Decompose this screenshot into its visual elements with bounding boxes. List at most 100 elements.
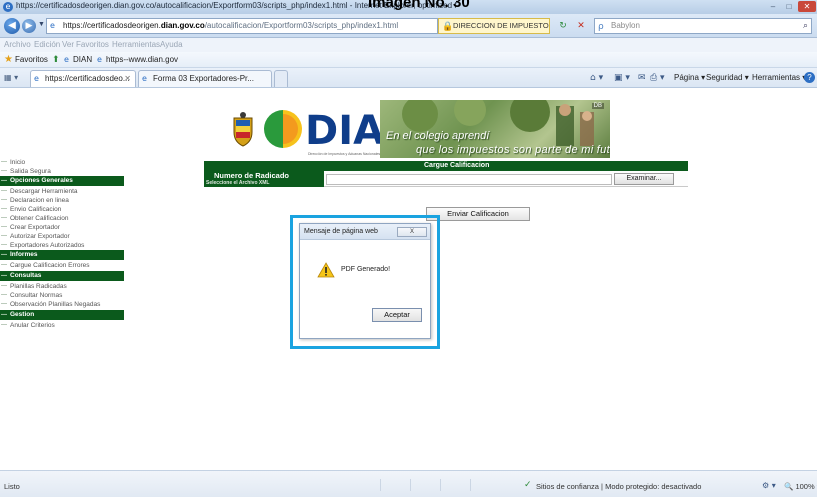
sidebar-section-informes: Informes (0, 250, 124, 260)
search-provider-icon: ρ (598, 22, 604, 32)
sidebar-item-salida-segura[interactable]: Salida Segura (0, 167, 124, 176)
xml-file-input[interactable] (326, 174, 612, 185)
sidebar-item-planillas-radicadas[interactable]: Planillas Radicadas (0, 282, 124, 291)
tab-bar: ▦ ▾ e https://certificadosdeo... ✕ e For… (0, 68, 817, 88)
menu-archivo[interactable]: Archivo (4, 38, 31, 52)
status-bar: Listo ✓ Sitios de confianza | Modo prote… (0, 470, 817, 497)
warning-icon (317, 262, 335, 278)
address-bar: ◀ ▶ ▼ e https://certificadosdeorigen.dia… (0, 14, 817, 38)
tab-page-icon: e (142, 74, 147, 83)
tab-label: Forma 03 Exportadores-Pr... (153, 74, 254, 83)
status-divider (470, 479, 498, 491)
favorites-star-icon[interactable]: ★ (4, 52, 13, 68)
enviar-calificacion-button[interactable]: Enviar Calificacion (426, 207, 530, 221)
message-dialog: Mensaje de página web X PDF Generado! Ac… (299, 223, 431, 339)
search-input[interactable]: ρ Babylon ⌕ (594, 18, 812, 34)
tools-menu[interactable]: Herramientas ▾ (752, 68, 806, 88)
dialog-ok-button[interactable]: Aceptar (372, 308, 422, 322)
sidebar-item-observacion-planillas-negadas[interactable]: Observación Planillas Negadas (0, 300, 124, 309)
security-certificate-badge[interactable]: 🔒 DIRECCION DE IMPUESTOS Y ADUA... (438, 18, 550, 34)
security-zone-status[interactable]: Sitios de confianza | Modo protegido: de… (536, 482, 701, 491)
zoom-level[interactable]: 🔍 100% ▾ (784, 482, 817, 491)
sidebar-section-gestion: Gestion (0, 310, 124, 320)
favorite-link-dian-gov[interactable]: https--www.dian.gov (106, 52, 178, 68)
checkmark-icon: ✓ (524, 480, 532, 490)
status-tools-icon[interactable]: ⚙ ▾ (762, 481, 776, 490)
feeds-icon[interactable]: ▣ ▾ (614, 68, 630, 88)
radicado-label: Numero de Radicado (214, 171, 290, 180)
print-icon[interactable]: ⎙ ▾ (650, 68, 665, 88)
sidebar-item-autorizar-exportador[interactable]: Autorizar Exportador (0, 232, 124, 241)
dialog-message: PDF Generado! (341, 266, 391, 273)
status-divider (410, 479, 438, 491)
new-tab-button[interactable] (274, 70, 288, 87)
security-menu[interactable]: Seguridad ▾ (706, 68, 749, 88)
mail-icon[interactable]: ✉ (638, 68, 646, 88)
menu-favoritos[interactable]: Favoritos (76, 38, 109, 52)
favorite-link-dian[interactable]: DIAN (73, 52, 92, 68)
banner-line-2: que los impuestos son parte de mi futuro (416, 144, 610, 156)
tab-forma-03[interactable]: e Forma 03 Exportadores-Pr... (138, 70, 272, 87)
dian-logo-mark (264, 110, 302, 148)
browse-button[interactable]: Examinar... (614, 173, 674, 185)
url-input[interactable]: e https://certificadosdeorigen.dian.gov.… (46, 18, 438, 34)
quick-tabs-icon[interactable]: ▦ ▾ (4, 72, 26, 84)
sidebar-item-crear-exportador[interactable]: Crear Exportador (0, 223, 124, 232)
forward-button[interactable]: ▶ (22, 19, 36, 33)
tab-page-icon: e (34, 74, 39, 83)
sidebar-item-exportadores-autorizados[interactable]: Exportadores Autorizados (0, 241, 124, 250)
dialog-close-button[interactable]: X (397, 227, 427, 237)
page-menu-label: Página (674, 73, 699, 82)
sidebar-item-declaracion-en-linea[interactable]: Declaracion en linea (0, 196, 124, 205)
sidebar-item-inicio[interactable]: Inicio (0, 158, 124, 167)
url-scheme: https://certificadosdeorigen. (63, 21, 161, 30)
file-upload-row: Examinar... (324, 171, 688, 187)
maximize-button[interactable]: □ (782, 1, 796, 12)
close-window-button[interactable]: ✕ (798, 1, 816, 12)
menu-herramientas[interactable]: Herramientas (112, 38, 160, 52)
form-label-cell: Numero de Radicado Seleccione el Archivo… (204, 171, 324, 187)
security-menu-label: Seguridad (706, 73, 743, 82)
menu-bar: Archivo Edición Ver Favoritos Herramient… (0, 38, 817, 52)
help-icon[interactable]: ? (804, 68, 815, 88)
add-favorite-icon[interactable]: ⬆ (52, 52, 60, 68)
dian-logo-subtitle: Dirección de Impuestos y Aduanas Naciona… (308, 152, 381, 156)
status-text: Listo (4, 482, 20, 491)
lock-icon: 🔒 (442, 22, 454, 32)
page-menu[interactable]: Página ▾ (674, 68, 705, 88)
sidebar-item-obtener-calificacion[interactable]: Obtener Calificacion (0, 214, 124, 223)
form-title: Cargue Calificacion (424, 162, 490, 169)
banner-badge: DB (591, 103, 604, 109)
select-file-label: Seleccione el Archivo XML (206, 180, 270, 186)
sidebar-item-descargar-herramienta[interactable]: Descargar Herramienta (0, 187, 124, 196)
menu-ver[interactable]: Ver (62, 38, 74, 52)
sidebar-item-envio-calificacion[interactable]: Envio Calificacion (0, 205, 124, 214)
sidebar-item-consultar-normas[interactable]: Consultar Normas (0, 291, 124, 300)
favorites-button[interactable]: Favoritos (15, 52, 48, 68)
url-path: /autocalificacion/Exportform03/scripts_p… (204, 21, 399, 30)
home-icon[interactable]: ⌂ ▾ (590, 68, 603, 88)
menu-edicion[interactable]: Edición (34, 38, 60, 52)
tools-menu-label: Herramientas (752, 73, 801, 82)
sidebar-item-anular-criterios[interactable]: Anular Criterios (0, 321, 124, 330)
status-divider (380, 479, 408, 491)
tab-certificados[interactable]: e https://certificadosdeo... ✕ (30, 70, 136, 87)
sidebar-item-cargue-calificacion-errores[interactable]: Cargue Calificacion Errores (0, 261, 124, 270)
close-tab-icon[interactable]: ✕ (124, 71, 131, 86)
menu-ayuda[interactable]: Ayuda (160, 38, 183, 52)
banner-image: DB En el colegio aprendí que los impuest… (380, 100, 610, 158)
page-content: DIAN Dirección de Impuestos y Aduanas Na… (0, 88, 817, 470)
minimize-button[interactable]: – (766, 1, 780, 12)
status-divider (440, 479, 468, 491)
banner-line-1: En el colegio aprendí (386, 130, 490, 142)
url-domain: dian.gov.co (160, 21, 205, 30)
search-icon[interactable]: ⌕ (803, 19, 808, 33)
ie-page-icon: e (97, 55, 102, 64)
refresh-icon[interactable]: ↻ (556, 18, 570, 34)
form-header: Cargue Calificacion (204, 161, 688, 171)
tab-label: https://certificadosdeo... (45, 74, 130, 83)
back-button[interactable]: ◀ (4, 18, 20, 34)
stop-icon[interactable]: ✕ (574, 18, 588, 34)
search-placeholder: Babylon (611, 21, 640, 30)
history-dropdown-icon[interactable]: ▼ (38, 21, 45, 28)
